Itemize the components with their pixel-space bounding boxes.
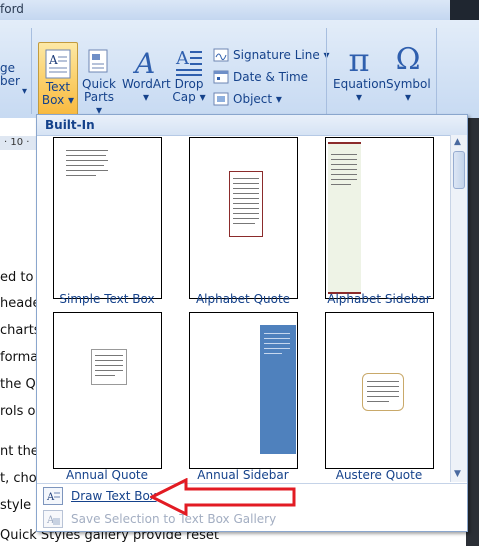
text-box-gallery: Built-In Simple Text Box Alphabet Quote: [36, 114, 468, 532]
signature-line-button[interactable]: Signature Line ▾: [213, 48, 330, 62]
scroll-down-icon[interactable]: ▼: [454, 469, 461, 479]
drop-cap-icon: A: [175, 48, 202, 76]
scrollbar-thumb[interactable]: [453, 151, 465, 189]
quick-parts-icon: [88, 49, 108, 73]
draw-text-box-icon: A: [43, 487, 63, 505]
gallery-item-annual-sidebar[interactable]: [189, 312, 298, 469]
symbol-button[interactable]: Ω Symbol ▾: [386, 42, 431, 104]
gallery-item-austere-quote[interactable]: [325, 312, 434, 469]
svg-text:A: A: [175, 48, 190, 69]
equation-button[interactable]: π Equation ▾: [333, 41, 386, 104]
date-time-button[interactable]: Date & Time: [213, 70, 308, 84]
gallery-item-alphabet-quote[interactable]: [189, 137, 298, 299]
page-number-arrow[interactable]: ▾: [22, 86, 27, 97]
horizontal-ruler[interactable]: · 10 ·: [0, 136, 40, 151]
scroll-up-icon[interactable]: ▲: [454, 137, 461, 147]
group-separator: [31, 28, 32, 114]
title-bar-dark-area: [450, 0, 479, 20]
svg-text:A: A: [46, 492, 55, 503]
text-box-button[interactable]: A Text Box ▾: [38, 42, 78, 118]
pi-icon: π: [348, 41, 370, 79]
doc-line: the Q: [0, 377, 36, 392]
red-arrow-annotation: [150, 478, 296, 516]
object-label: Object ▾: [233, 92, 282, 106]
signature-line-label: Signature Line ▾: [233, 48, 330, 62]
gallery-item-label: Alphabet Quote: [195, 292, 291, 306]
doc-line: nt the: [0, 444, 39, 459]
svg-text:A: A: [132, 48, 155, 76]
group-separator: [436, 28, 437, 114]
wordart-label-2: ▾: [142, 90, 150, 104]
ribbon: ge ber ▾ A Text Box ▾ Quick Parts ▾ A Wo…: [0, 20, 479, 118]
gallery-item-simple-text-box[interactable]: [53, 137, 162, 299]
drop-cap-label-2: Cap ▾: [172, 90, 206, 104]
svg-text:A: A: [48, 53, 58, 67]
group-separator: [326, 28, 327, 114]
doc-line: rols o: [0, 404, 36, 419]
gallery-item-label: Austere Quote: [335, 468, 423, 482]
drop-cap-button[interactable]: A Drop Cap ▾: [172, 48, 206, 104]
omega-icon: Ω: [395, 42, 421, 77]
gallery-scrollbar[interactable]: ▲ ▼: [450, 135, 467, 482]
annual-sidebar-preview: [260, 325, 296, 454]
symbol-label-2: ▾: [404, 90, 412, 104]
calendar-icon: [213, 70, 229, 84]
annual-quote-preview: [91, 349, 127, 385]
doc-line: heade: [0, 296, 41, 311]
simple-text-box-preview: [66, 148, 110, 184]
quick-parts-button[interactable]: Quick Parts ▾: [80, 48, 118, 117]
window-title: ford: [0, 2, 24, 16]
object-button[interactable]: Object ▾: [213, 92, 282, 106]
text-box-icon: A: [45, 49, 71, 79]
draw-text-box-label: Draw Text Box: [71, 489, 157, 503]
title-bar: ford: [0, 0, 479, 21]
ruler-label: · 10 ·: [4, 137, 30, 148]
gallery-item-label: Alphabet Sidebar: [327, 292, 431, 306]
gallery-header: Built-In: [37, 115, 467, 136]
wordart-icon: A: [132, 48, 155, 76]
built-in-heading: Built-In: [45, 118, 95, 132]
text-box-label-2: Box ▾: [41, 93, 75, 107]
date-time-label: Date & Time: [233, 70, 309, 84]
austere-quote-preview: [362, 373, 404, 411]
doc-line: forma: [0, 350, 39, 365]
gallery-item-alphabet-sidebar[interactable]: [325, 137, 434, 299]
alphabet-sidebar-preview: [328, 142, 361, 294]
page-number-button[interactable]: ge ber: [0, 62, 20, 88]
wordart-button[interactable]: A WordArt ▾: [122, 48, 171, 104]
gallery-item-label: Simple Text Box: [59, 292, 155, 306]
alphabet-quote-preview: [229, 171, 263, 237]
equation-label-2: ▾: [355, 90, 363, 104]
save-selection-icon: A: [43, 510, 63, 528]
page-number-label-2: ber: [0, 74, 20, 88]
gallery-item-annual-quote[interactable]: [53, 312, 162, 469]
object-icon: [213, 92, 229, 106]
signature-line-icon: [213, 48, 229, 62]
